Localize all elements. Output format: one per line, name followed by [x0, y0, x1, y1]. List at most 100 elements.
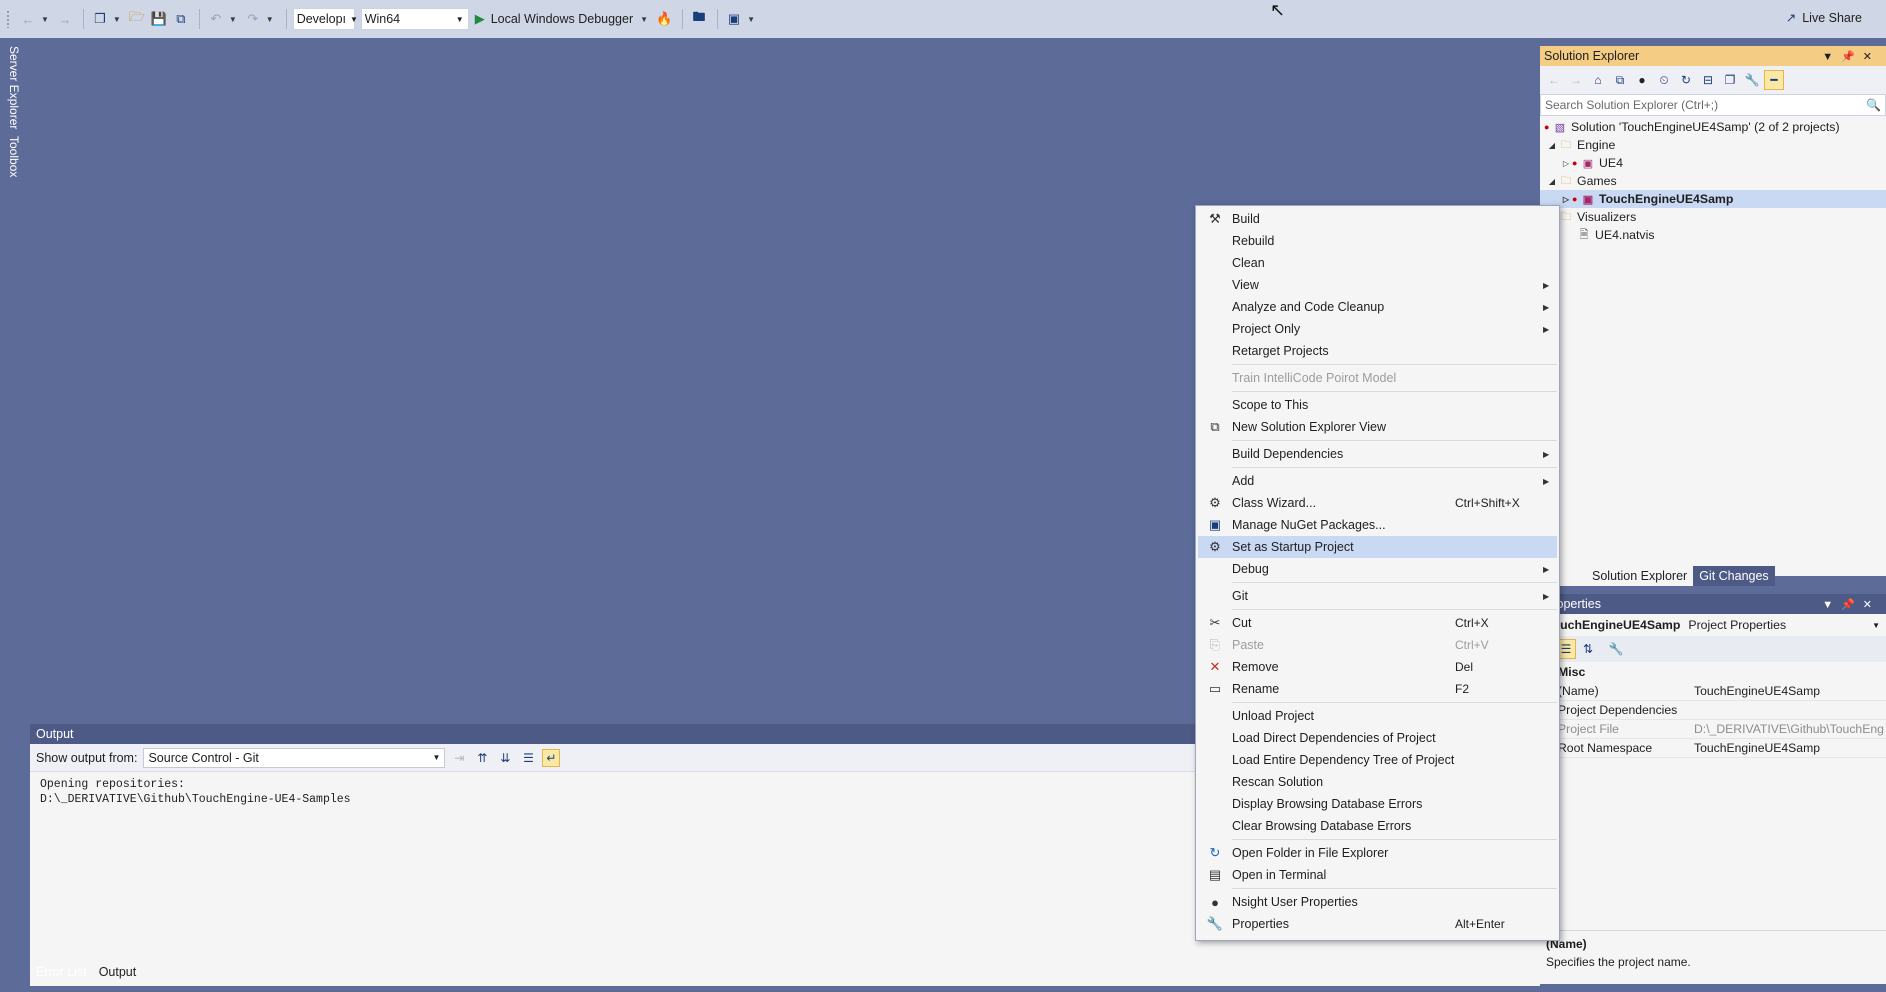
menu-item-nsight-user-properties[interactable]: ● Nsight User Properties [1198, 891, 1557, 913]
menu-item-git[interactable]: Git ▶ [1198, 585, 1557, 607]
menu-item-open-in-terminal[interactable]: ▤ Open in Terminal [1198, 864, 1557, 886]
toolbox-tab[interactable]: Toolbox [7, 136, 21, 177]
dropdown-icon[interactable]: ▼ [1822, 51, 1841, 63]
collapsed-arrow-icon[interactable]: ▷ [1560, 159, 1572, 168]
tab-solution-explorer[interactable]: Solution Explorer [1540, 566, 1694, 586]
nsight-icon[interactable]: ● [1632, 70, 1652, 90]
collapsed-arrow-icon[interactable]: ▷ [1560, 195, 1572, 204]
chevron-down-icon[interactable]: ▼ [640, 15, 648, 24]
tree-item-games[interactable]: ◢ 🗀 Games [1540, 172, 1886, 190]
undo-icon[interactable]: ↶ [206, 8, 226, 30]
menu-item-retarget-projects[interactable]: Retarget Projects [1198, 340, 1557, 362]
toolbar-grip[interactable] [6, 10, 10, 28]
configuration-dropdown[interactable]: Developı ▼ [292, 8, 358, 30]
chevron-down-icon[interactable]: ▼ [113, 15, 121, 24]
previous-message-icon[interactable]: ⇈ [473, 749, 491, 767]
tab-git-changes[interactable]: Git Changes [1693, 566, 1775, 586]
menu-item-rebuild[interactable]: Rebuild [1198, 230, 1557, 252]
next-message-icon[interactable]: ⇊ [496, 749, 514, 767]
menu-item-display-browsing-database-errors[interactable]: Display Browsing Database Errors [1198, 793, 1557, 815]
hot-reload-icon[interactable]: 🔥 [654, 8, 674, 30]
output-source-dropdown[interactable]: Source Control - Git ▼ [143, 747, 446, 768]
property-row[interactable]: (Name) TouchEngineUE4Samp [1540, 682, 1886, 701]
dropdown-icon[interactable]: ▼ [1822, 599, 1841, 611]
menu-item-build-dependencies[interactable]: Build Dependencies ▶ [1198, 443, 1557, 465]
menu-item-view[interactable]: View ▶ [1198, 274, 1557, 296]
close-icon[interactable]: ✕ [1863, 51, 1880, 63]
menu-item-clear-browsing-database-errors[interactable]: Clear Browsing Database Errors [1198, 815, 1557, 837]
server-explorer-tab[interactable]: Server Explorer [7, 46, 21, 129]
menu-item-add[interactable]: Add ▶ [1198, 470, 1557, 492]
chevron-down-icon[interactable]: ▼ [266, 15, 274, 24]
property-row[interactable]: Project Dependencies [1540, 701, 1886, 720]
menu-item-paste[interactable]: ⎘ Paste Ctrl+V [1198, 634, 1557, 656]
menu-item-scope-to-this[interactable]: Scope to This [1198, 394, 1557, 416]
menu-item-build[interactable]: ⚒ Build [1198, 208, 1557, 230]
property-value[interactable]: TouchEngineUE4Samp [1694, 684, 1886, 698]
menu-item-rename[interactable]: ▭ Rename F2 [1198, 678, 1557, 700]
menu-item-analyze-and-code-cleanup[interactable]: Analyze and Code Cleanup ▶ [1198, 296, 1557, 318]
show-all-files-icon[interactable]: ❐ [1720, 70, 1740, 90]
menu-item-remove[interactable]: ✕ Remove Del [1198, 656, 1557, 678]
tree-item-ue4-natvis[interactable]: 🗎 UE4.natvis [1540, 226, 1886, 244]
property-value[interactable]: TouchEngineUE4Samp [1694, 741, 1886, 755]
save-icon[interactable]: 💾 [149, 8, 169, 30]
menu-item-load-entire-dependency-tree-of-project[interactable]: Load Entire Dependency Tree of Project [1198, 749, 1557, 771]
play-icon[interactable]: ▶ [475, 11, 485, 27]
wrench-icon[interactable]: 🔧 [1742, 70, 1762, 90]
menu-item-train-intellicode-poirot-model[interactable]: Train IntelliCode Poirot Model [1198, 367, 1557, 389]
menu-item-cut[interactable]: ✂ Cut Ctrl+X [1198, 612, 1557, 634]
redo-icon[interactable]: ↷ [243, 8, 263, 30]
tab-error-list[interactable]: Error List [30, 962, 93, 984]
menu-item-clean[interactable]: Clean [1198, 252, 1557, 274]
screenshot-icon[interactable]: ▣ [724, 8, 744, 30]
forward-icon[interactable]: → [55, 8, 75, 30]
pin-icon[interactable]: 📌 [1841, 599, 1863, 611]
save-all-icon[interactable]: ⧉ [171, 8, 191, 30]
pending-changes-filter-icon[interactable]: ⏲ [1654, 70, 1674, 90]
expanded-arrow-icon[interactable]: ◢ [1546, 141, 1558, 150]
preview-selected-items-icon[interactable]: ━ [1764, 70, 1784, 90]
start-debugger-button[interactable]: Local Windows Debugger [491, 12, 633, 26]
solution-search-input[interactable]: Search Solution Explorer (Ctrl+;) 🔍 [1540, 94, 1886, 116]
menu-item-open-folder-in-file-explorer[interactable]: ↻ Open Folder in File Explorer [1198, 842, 1557, 864]
back-icon[interactable]: ← [1544, 70, 1564, 90]
menu-item-manage-nuget-packages[interactable]: ▣ Manage NuGet Packages... [1198, 514, 1557, 536]
property-row[interactable]: Project File D:\_DERIVATIVE\Github\Touch… [1540, 720, 1886, 739]
tree-item-solution[interactable]: ● ▧ Solution 'TouchEngineUE4Samp' (2 of … [1540, 118, 1886, 136]
switch-views-icon[interactable]: ⧉ [1610, 70, 1630, 90]
chevron-down-icon[interactable]: ▼ [747, 15, 755, 24]
expanded-arrow-icon[interactable]: ◢ [1546, 177, 1558, 186]
properties-object-selector[interactable]: TouchEngineUE4Samp Project Properties ▼ [1540, 614, 1886, 636]
forward-icon[interactable]: → [1566, 70, 1586, 90]
menu-item-rescan-solution[interactable]: Rescan Solution [1198, 771, 1557, 793]
home-icon[interactable]: ⌂ [1588, 70, 1608, 90]
menu-item-debug[interactable]: Debug ▶ [1198, 558, 1557, 580]
close-icon[interactable]: ✕ [1863, 599, 1880, 611]
tree-item-ue4[interactable]: ▷ ● ▣ UE4 [1540, 154, 1886, 172]
alphabetical-icon[interactable]: ⇅ [1578, 639, 1598, 659]
find-in-files-icon[interactable]: 🖿 [689, 8, 709, 30]
pin-icon[interactable]: 📌 [1841, 51, 1863, 63]
new-item-icon[interactable]: ❐ [90, 8, 110, 30]
go-to-line-icon[interactable]: ⇥ [450, 749, 468, 767]
word-wrap-icon[interactable]: ↵ [542, 748, 561, 767]
live-share-button[interactable]: ↗ Live Share [1786, 10, 1862, 26]
tab-output[interactable]: Output [92, 962, 143, 984]
menu-item-load-direct-dependencies-of-project[interactable]: Load Direct Dependencies of Project [1198, 727, 1557, 749]
tree-item-engine[interactable]: ◢ 🗀 Engine [1540, 136, 1886, 154]
menu-item-unload-project[interactable]: Unload Project [1198, 705, 1557, 727]
back-icon[interactable]: ← [18, 8, 38, 30]
tree-item-touchengineue4samp[interactable]: ▷ ● ▣ TouchEngineUE4Samp [1540, 190, 1886, 208]
menu-item-new-solution-explorer-view[interactable]: ⧉ New Solution Explorer View [1198, 416, 1557, 438]
properties-category[interactable]: Misc [1540, 662, 1886, 682]
menu-item-set-as-startup-project[interactable]: ⚙ Set as Startup Project [1198, 536, 1557, 558]
open-folder-icon[interactable]: 🗁 [127, 8, 147, 30]
platform-dropdown[interactable]: Win64 ▼ [360, 8, 469, 30]
menu-item-properties[interactable]: 🔧 Properties Alt+Enter [1198, 913, 1557, 935]
menu-item-project-only[interactable]: Project Only ▶ [1198, 318, 1557, 340]
wrench-icon[interactable]: 🔧 [1606, 639, 1626, 659]
tree-item-visualizers[interactable]: 🗀 Visualizers [1540, 208, 1886, 226]
property-row[interactable]: Root Namespace TouchEngineUE4Samp [1540, 739, 1886, 758]
chevron-down-icon[interactable]: ▼ [229, 15, 237, 24]
